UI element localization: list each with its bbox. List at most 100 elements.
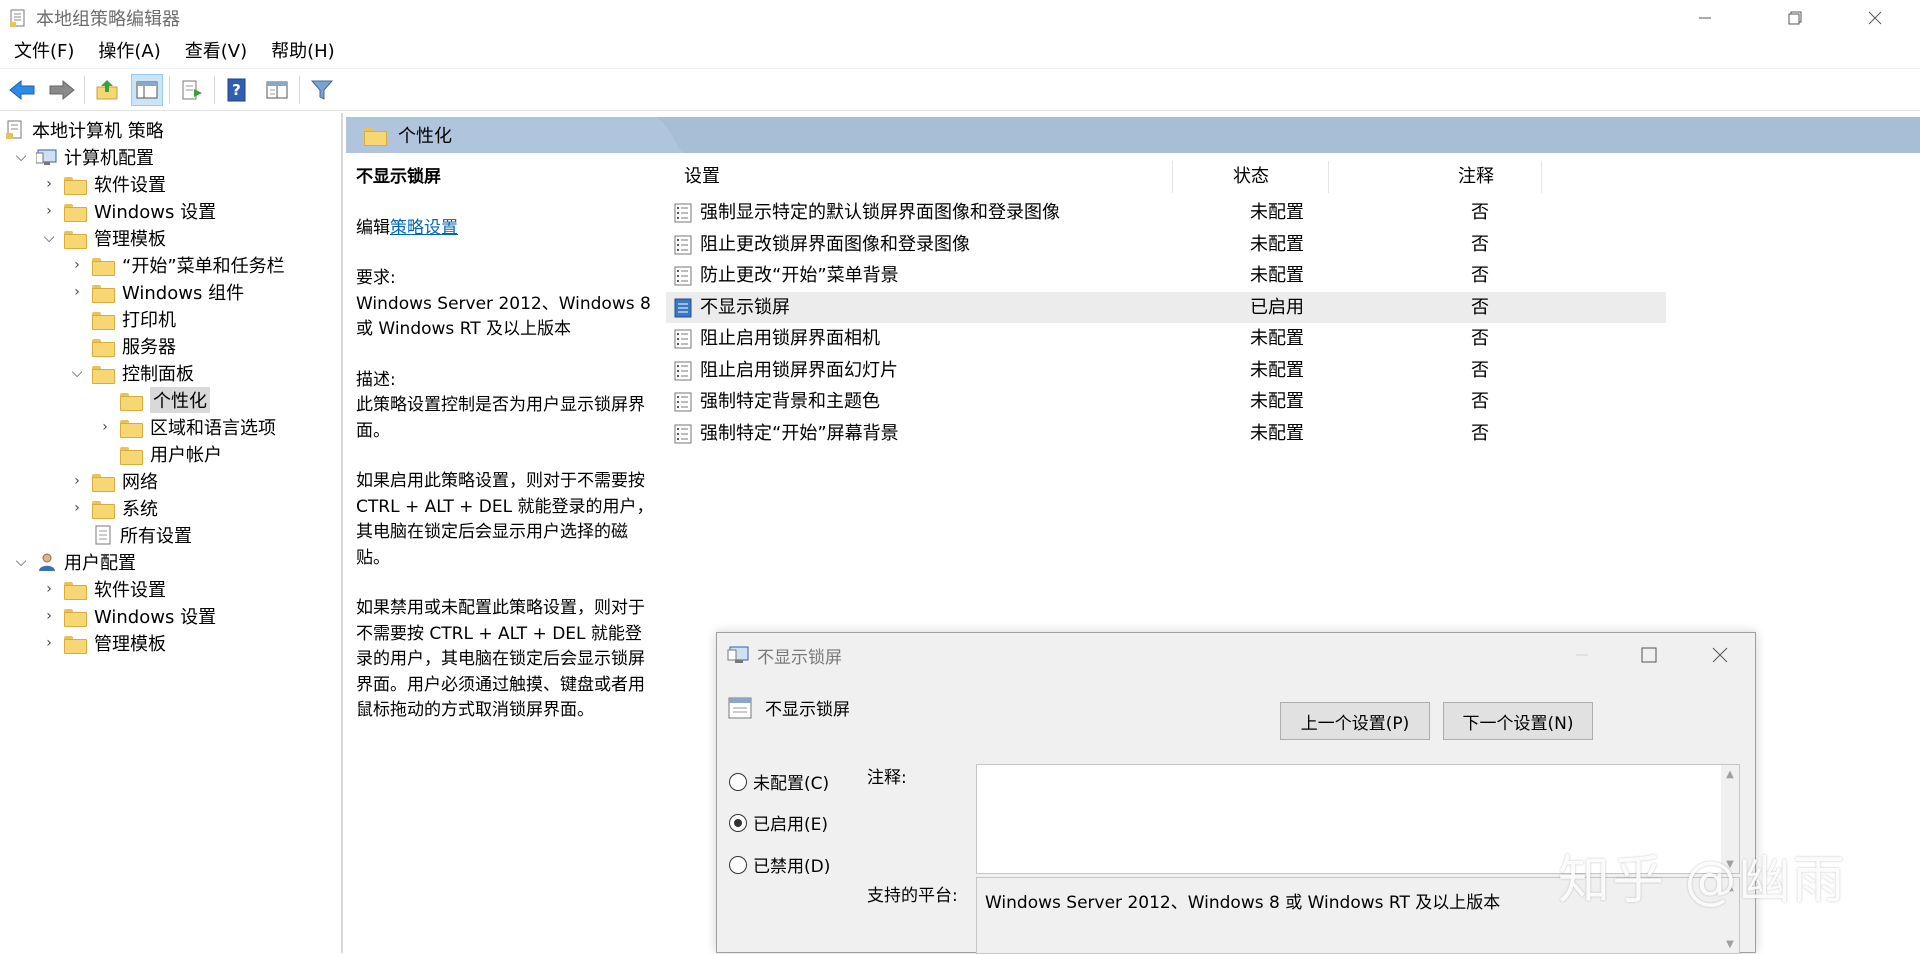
table-row[interactable]: 阻止启用锁屏界面幻灯片 未配置 否 — [666, 355, 1666, 386]
tree-item[interactable]: ⌵ 计算机配置 — [12, 143, 154, 170]
tree-item-label: Windows 设置 — [94, 201, 217, 223]
tree-item[interactable]: 用户帐户 — [96, 440, 222, 467]
help-button[interactable]: ? — [221, 74, 253, 106]
table-row[interactable]: 防止更改“开始”菜单背景 未配置 否 — [666, 260, 1666, 291]
tree-item[interactable]: › Windows 设置 — [40, 602, 216, 629]
collapsed-chevron-icon[interactable]: › — [40, 580, 58, 598]
dialog-heading-text: 不显示锁屏 — [765, 700, 850, 720]
setting-comment: 否 — [1471, 391, 1489, 412]
next-setting-button[interactable]: 下一个设置(N) — [1443, 702, 1593, 740]
menu-help[interactable]: 帮助(H) — [259, 35, 347, 69]
table-row[interactable]: 阻止更改锁屏界面图像和登录图像 未配置 否 — [666, 229, 1666, 260]
table-row[interactable]: 阻止启用锁屏界面相机 未配置 否 — [666, 323, 1666, 354]
menu-view[interactable]: 查看(V) — [173, 35, 259, 69]
header-tab-curve — [656, 117, 1036, 153]
column-header-state[interactable]: 状态 — [1233, 157, 1269, 197]
minimize-button[interactable] — [1650, 0, 1760, 35]
setting-comment: 否 — [1471, 422, 1489, 444]
column-divider[interactable] — [1172, 161, 1173, 193]
radio-not-configured-control[interactable] — [729, 772, 747, 791]
policy-setting-icon — [674, 203, 692, 223]
tree-item[interactable]: › 软件设置 — [40, 575, 166, 602]
column-header-setting[interactable]: 设置 — [684, 157, 720, 197]
dialog-maximize-button[interactable] — [1614, 633, 1684, 677]
tree-item[interactable]: › Windows 组件 — [68, 278, 244, 305]
policy-setting-icon — [674, 392, 692, 412]
tree-item[interactable]: › 网络 — [68, 467, 158, 494]
scroll-down-icon[interactable]: ▼ — [1721, 935, 1739, 953]
collapsed-chevron-icon[interactable]: › — [40, 175, 58, 193]
tree-item[interactable]: 所有设置 — [68, 521, 192, 548]
expanded-chevron-icon[interactable]: ⌵ — [12, 553, 30, 571]
tree-item-label: 所有设置 — [120, 525, 192, 547]
tree-item[interactable]: › 管理模板 — [40, 629, 166, 656]
folder-icon — [92, 472, 115, 492]
column-header-comment[interactable]: 注释 — [1458, 157, 1494, 197]
tree-item-label: 服务器 — [122, 336, 176, 358]
radio-disabled-label: 已禁用(D) — [753, 857, 831, 877]
setting-comment: 否 — [1471, 233, 1489, 255]
tree-item[interactable]: › “开始”菜单和任务栏 — [68, 251, 284, 278]
tree-item[interactable]: 本地计算机 策略 — [4, 116, 164, 143]
setting-name: 强制特定背景和主题色 — [700, 391, 880, 412]
table-row[interactable]: 强制特定背景和主题色 未配置 否 — [666, 386, 1666, 417]
maximize-button[interactable] — [1760, 0, 1830, 35]
properties-button[interactable] — [261, 74, 293, 106]
tree-item-label: 计算机配置 — [64, 147, 154, 169]
radio-disabled[interactable]: 已禁用(D) — [729, 852, 830, 877]
show-hide-tree-button[interactable] — [131, 73, 163, 106]
table-row[interactable]: 强制特定“开始”屏幕背景 未配置 否 — [666, 418, 1666, 449]
tree-item[interactable]: › 系统 — [68, 494, 158, 521]
collapsed-chevron-icon[interactable]: › — [96, 418, 114, 436]
collapsed-chevron-icon[interactable]: › — [40, 634, 58, 652]
dialog-close-button[interactable] — [1685, 633, 1755, 677]
back-arrow-icon — [9, 79, 35, 100]
collapsed-chevron-icon[interactable]: › — [40, 202, 58, 220]
collapsed-chevron-icon[interactable]: › — [68, 256, 86, 274]
filter-button[interactable] — [306, 74, 338, 106]
tree-item[interactable]: ⌵ 管理模板 — [40, 224, 166, 251]
column-divider[interactable] — [1541, 161, 1542, 193]
export-list-button[interactable] — [176, 74, 208, 106]
expanded-chevron-icon[interactable]: ⌵ — [12, 148, 30, 166]
collapsed-chevron-icon[interactable]: › — [68, 283, 86, 301]
tree-item[interactable]: › Windows 设置 — [40, 197, 216, 224]
setting-comment: 否 — [1471, 296, 1489, 318]
radio-enabled[interactable]: 已启用(E) — [729, 810, 828, 835]
tree-item-label: 软件设置 — [94, 174, 166, 196]
radio-disabled-control[interactable] — [729, 855, 747, 874]
tree-item[interactable]: ⌵ 用户配置 — [12, 548, 136, 575]
table-row[interactable]: 不显示锁屏 已启用 否 — [666, 291, 1666, 323]
tree-item-label: 管理模板 — [94, 633, 166, 655]
tree-item[interactable]: ⌵ 控制面板 — [68, 359, 194, 386]
close-button[interactable] — [1830, 0, 1920, 35]
scroll-up-icon[interactable]: ▲ — [1721, 765, 1739, 783]
forward-button[interactable] — [46, 74, 78, 106]
folder-icon — [120, 418, 143, 438]
close-icon — [1868, 11, 1882, 24]
expanded-chevron-icon[interactable]: ⌵ — [40, 229, 58, 247]
tree-item[interactable]: 个性化 — [96, 386, 210, 413]
tree-item[interactable]: › 软件设置 — [40, 170, 166, 197]
tree-item[interactable]: 打印机 — [68, 305, 176, 332]
back-button[interactable] — [6, 74, 38, 106]
column-divider[interactable] — [1328, 161, 1329, 193]
close-icon — [1712, 647, 1728, 663]
expanded-chevron-icon[interactable]: ⌵ — [68, 364, 86, 382]
previous-setting-button[interactable]: 上一个设置(P) — [1280, 702, 1430, 740]
menu-file[interactable]: 文件(F) — [0, 35, 86, 69]
collapsed-chevron-icon[interactable]: › — [68, 499, 86, 517]
radio-enabled-control[interactable] — [729, 813, 747, 832]
up-one-level-button[interactable] — [91, 74, 123, 106]
description-text: 此策略设置控制是否为用户显示锁屏界面。 — [356, 395, 645, 441]
tree-item[interactable]: 服务器 — [68, 332, 176, 359]
radio-not-configured[interactable]: 未配置(C) — [729, 769, 829, 794]
table-header: 设置 状态 注释 — [666, 157, 1666, 197]
collapsed-chevron-icon[interactable]: › — [40, 607, 58, 625]
collapsed-chevron-icon[interactable]: › — [68, 472, 86, 490]
tree-item[interactable]: › 区域和语言选项 — [96, 413, 276, 440]
edit-policy-link[interactable]: 策略设置 — [390, 218, 458, 238]
dialog-minimize-button[interactable] — [1547, 633, 1617, 677]
table-row[interactable]: 强制显示特定的默认锁屏界面图像和登录图像 未配置 否 — [666, 197, 1666, 228]
menu-action[interactable]: 操作(A) — [86, 35, 172, 69]
